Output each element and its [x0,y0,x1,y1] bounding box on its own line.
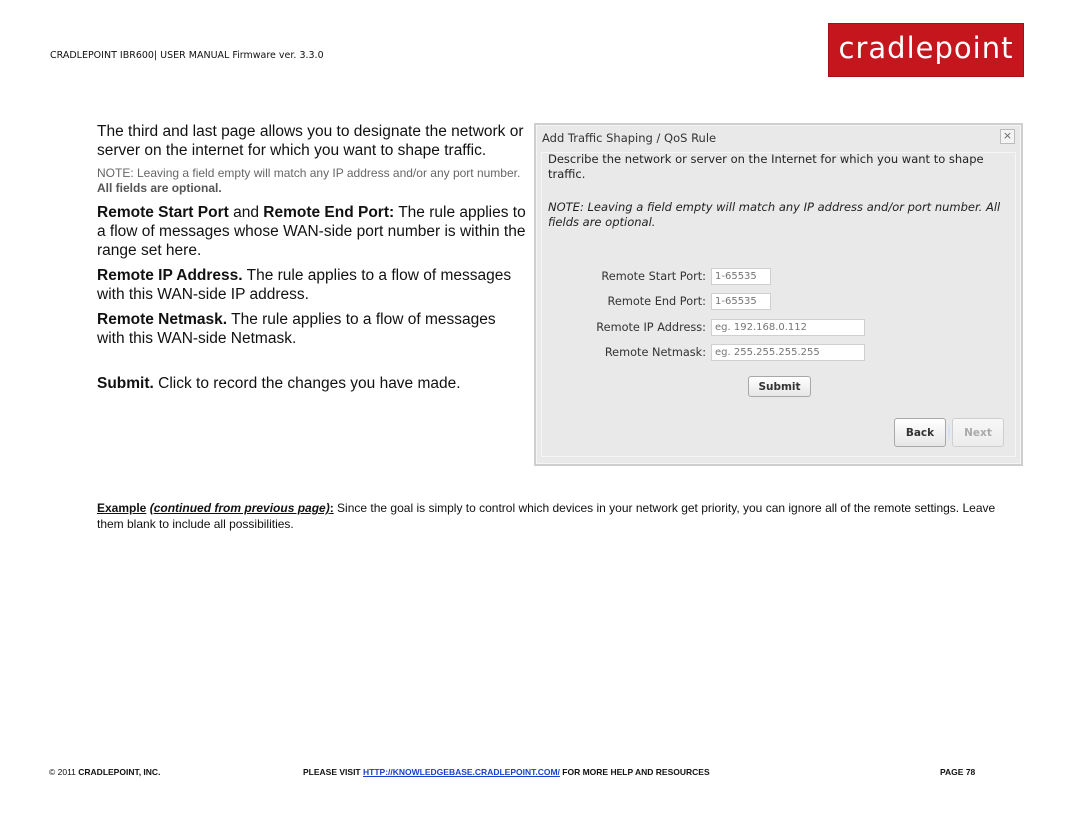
manual-header-title: CRADLEPOINT IBR600| USER MANUAL Firmware… [50,50,324,61]
back-button[interactable]: Back [894,418,946,447]
next-button-disabled[interactable]: Next [952,418,1004,447]
ports-bold-end: Remote End Port: [263,204,395,221]
remote-netmask-row: Remote Netmask: [536,344,1016,362]
copyright-prefix: © 2011 [49,767,79,777]
ports-paragraph: Remote Start Port and Remote End Port: T… [97,203,527,260]
logo-text: cradlepoint [838,31,1014,65]
cradlepoint-logo: cradlepoint [828,23,1024,77]
example-continued: (continued from previous page) [149,501,330,515]
note-paragraph: NOTE: Leaving a field empty will match a… [97,166,527,196]
visit-suffix: FOR MORE HELP AND RESOURCES [559,767,710,777]
submit-bold: Submit. [97,375,154,392]
remote-end-port-label: Remote End Port: [607,295,706,308]
button-divider [948,425,950,439]
knowledgebase-link[interactable]: HTTP://KNOWLEDGEBASE.CRADLEPOINT.COM/ [363,767,560,777]
footer-company: CRADLEPOINT, INC. [78,767,161,777]
submit-text: Click to record the changes you have mad… [153,375,461,392]
ip-bold: Remote IP Address. [97,267,243,284]
intro-paragraph: The third and last page allows you to de… [97,123,524,159]
submit-button[interactable]: Submit [748,376,811,397]
left-column: The third and last page allows you to de… [97,122,527,399]
submit-paragraph: Submit. Click to record the changes you … [97,374,527,393]
visit-prefix: PLEASE VISIT [303,767,363,777]
dialog-note: NOTE: Leaving a field empty will match a… [548,200,1001,229]
note-text: NOTE: Leaving a field empty will match a… [97,166,521,180]
ports-bold-start: Remote Start Port [97,204,229,221]
example-paragraph: Example (continued from previous page): … [97,501,997,532]
ports-mid: and [228,204,264,221]
page-number: PAGE 78 [940,767,976,777]
remote-netmask-label: Remote Netmask: [604,346,706,359]
dialog-title: Add Traffic Shaping / QoS Rule [542,131,717,145]
netmask-paragraph: Remote Netmask. The rule applies to a fl… [97,310,527,348]
remote-start-port-row: Remote Start Port: [536,268,1016,286]
remote-start-port-input[interactable] [711,268,771,285]
remote-end-port-input[interactable] [711,293,771,310]
qos-rule-dialog: Add Traffic Shaping / QoS Rule × Describ… [534,123,1023,466]
close-icon[interactable]: × [1000,129,1015,144]
remote-start-port-label: Remote Start Port: [601,270,706,283]
footer-copyright: © 2011 CRADLEPOINT, INC. [49,767,160,777]
remote-end-port-row: Remote End Port: [536,293,1016,311]
remote-netmask-input[interactable] [711,344,865,361]
dialog-description: Describe the network or server on the In… [548,152,984,181]
remote-ip-address-row: Remote IP Address: [536,319,1016,337]
remote-ip-address-label: Remote IP Address: [596,321,706,334]
ip-paragraph: Remote IP Address. The rule applies to a… [97,266,527,304]
example-label: Example [97,501,147,515]
remote-ip-address-input[interactable] [711,319,865,336]
footer-help: PLEASE VISIT HTTP://KNOWLEDGEBASE.CRADLE… [303,767,710,777]
note-bold: All fields are optional. [97,181,222,195]
netmask-bold: Remote Netmask. [97,311,228,328]
